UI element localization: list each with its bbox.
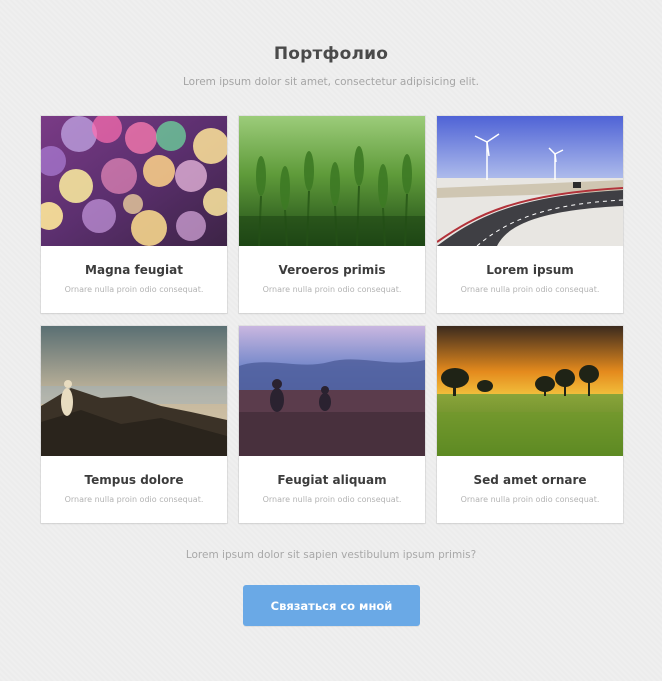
portfolio-item-description: Ornare nulla proin odio consequat. — [64, 285, 204, 294]
portfolio-item-title: Feugiat aliquam — [277, 473, 387, 487]
portfolio-item-title: Magna feugiat — [85, 263, 183, 277]
wind-turbine-road-photo[interactable] — [437, 116, 623, 246]
portfolio-card[interactable]: Magna feugiat Ornare nulla proin odio co… — [41, 116, 227, 313]
portfolio-item-description: Ornare nulla proin odio consequat. — [460, 495, 600, 504]
portfolio-item-title: Sed amet ornare — [473, 473, 587, 487]
portfolio-grid: Magna feugiat Ornare nulla proin odio co… — [41, 116, 623, 524]
page-title: Портфолио — [273, 44, 389, 64]
portfolio-card[interactable]: Veroeros primis Ornare nulla proin odio … — [239, 116, 425, 313]
portfolio-item-description: Ornare nulla proin odio consequat. — [262, 495, 402, 504]
rocky-coast-figure-photo[interactable] — [41, 326, 227, 456]
portfolio-item-description: Ornare nulla proin odio consequat. — [460, 285, 600, 294]
portfolio-item-title: Tempus dolore — [84, 473, 184, 487]
portfolio-card[interactable]: Tempus dolore Ornare nulla proin odio co… — [41, 326, 227, 523]
portfolio-item-description: Ornare nulla proin odio consequat. — [64, 495, 204, 504]
wheat-field-photo[interactable] — [239, 116, 425, 246]
contact-me-button[interactable]: Связаться со мной — [243, 585, 420, 626]
portfolio-item-description: Ornare nulla proin odio consequat. — [262, 285, 402, 294]
sunset-meadow-photo[interactable] — [437, 326, 623, 456]
page-subtitle: Lorem ipsum dolor sit amet, consectetur … — [183, 76, 479, 88]
portfolio-item-title: Lorem ipsum — [486, 263, 574, 277]
portfolio-card[interactable]: Feugiat aliquam Ornare nulla proin odio … — [239, 326, 425, 523]
portfolio-card[interactable]: Lorem ipsum Ornare nulla proin odio cons… — [437, 116, 623, 313]
portfolio-card[interactable]: Sed amet ornare Ornare nulla proin odio … — [437, 326, 623, 523]
portfolio-item-title: Veroeros primis — [278, 263, 386, 277]
footer-question: Lorem ipsum dolor sit sapien vestibulum … — [185, 549, 477, 561]
misty-field-people-photo[interactable] — [239, 326, 425, 456]
portfolio-page: Портфолио Lorem ipsum dolor sit amet, co… — [0, 0, 662, 681]
bokeh-lights-photo[interactable] — [41, 116, 227, 246]
